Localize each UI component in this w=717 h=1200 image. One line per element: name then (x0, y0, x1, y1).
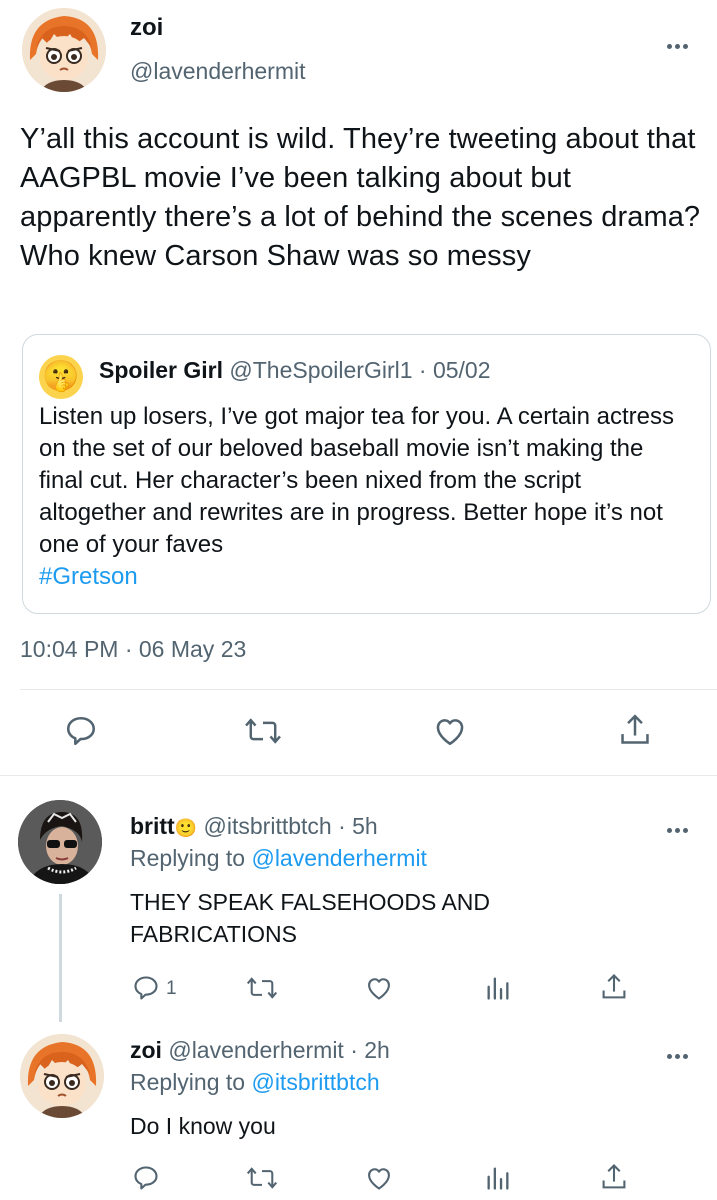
share-icon[interactable] (618, 712, 652, 748)
share-icon[interactable] (600, 1162, 628, 1192)
more-options-icon[interactable] (667, 1046, 693, 1059)
quoted-author-handle: @TheSpoilerGirl1 (229, 357, 413, 383)
divider (0, 775, 717, 776)
replying-to-label: Replying to (130, 845, 246, 871)
zoi-avatar-illustration (20, 1034, 104, 1118)
reply-age[interactable]: · 2h (350, 1037, 390, 1063)
reply-text: Do I know you (130, 1113, 276, 1139)
like-icon[interactable] (364, 1164, 394, 1192)
replying-to-link[interactable]: @lavenderhermit (251, 845, 426, 871)
reply-author-name[interactable]: britt (130, 813, 175, 839)
analytics-icon[interactable] (484, 1164, 512, 1192)
replying-to-link[interactable]: @itsbrittbtch (251, 1069, 379, 1095)
quoted-author-avatar: 🤫 (39, 355, 83, 399)
shushing-face-icon: 🤫 (42, 360, 80, 393)
like-icon[interactable] (364, 974, 394, 1002)
like-icon[interactable] (432, 714, 468, 748)
tweet-text: Y’all this account is wild. They’re twee… (20, 123, 701, 272)
reply-count: 1 (166, 978, 177, 999)
reply-author-handle[interactable]: @lavenderhermit (168, 1037, 343, 1063)
thread-line (59, 894, 62, 1022)
quoted-body: Listen up losers, I’ve got major tea for… (39, 403, 674, 558)
more-options-icon[interactable] (667, 820, 693, 833)
retweet-icon[interactable] (244, 714, 282, 748)
reply-author-avatar[interactable] (18, 800, 102, 884)
share-icon[interactable] (600, 972, 628, 1002)
author-handle[interactable]: @lavenderhermit (130, 58, 305, 85)
reply-icon[interactable] (132, 974, 160, 1002)
retweet-icon[interactable] (246, 1164, 278, 1192)
author-name[interactable]: zoi (130, 14, 163, 42)
retweet-icon[interactable] (246, 974, 278, 1002)
reply-icon[interactable] (132, 1164, 160, 1192)
zoi-avatar-illustration (22, 8, 106, 92)
britt-avatar-illustration (18, 800, 102, 884)
hashtag-link[interactable]: #Gretson (39, 563, 138, 590)
replying-to-label: Replying to (130, 1069, 246, 1095)
reply-author-name[interactable]: zoi (130, 1037, 162, 1063)
divider (20, 689, 717, 690)
author-avatar[interactable] (22, 8, 106, 92)
reply-age[interactable]: · 5h (338, 813, 378, 839)
quoted-author-name: Spoiler Girl (99, 357, 223, 383)
tweet-timestamp[interactable]: 10:04 PM · 06 May 23 (20, 636, 246, 663)
quoted-tweet[interactable]: 🤫 Spoiler Girl @TheSpoilerGirl1 · 05/02 … (22, 334, 711, 614)
reply-icon[interactable] (64, 714, 98, 748)
reply-author-handle[interactable]: @itsbrittbtch (204, 813, 332, 839)
quoted-text: Listen up losers, I’ve got major tea for… (39, 401, 689, 593)
quoted-date: · 05/02 (418, 357, 491, 383)
reply-author-avatar[interactable] (20, 1034, 104, 1118)
more-options-icon[interactable] (667, 36, 693, 49)
analytics-icon[interactable] (484, 974, 512, 1002)
slightly-smiling-face-icon: 🙂 (174, 818, 198, 838)
reply-text: THEY SPEAK FALSEHOODS AND FABRICATIONS (130, 889, 491, 947)
